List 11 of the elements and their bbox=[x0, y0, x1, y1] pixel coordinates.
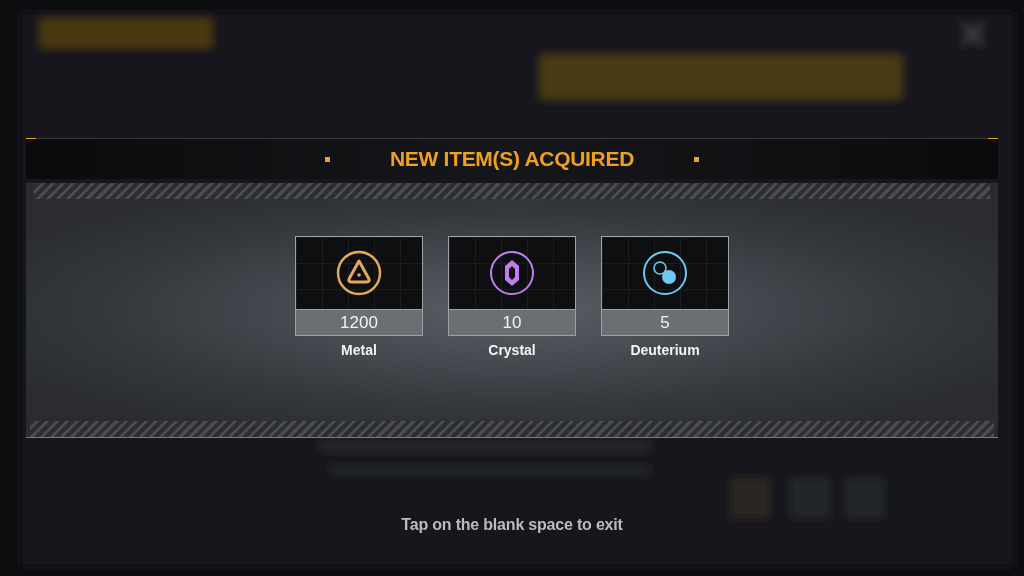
blurred-close-icon bbox=[961, 22, 985, 46]
dialog-title: NEW ITEM(S) ACQUIRED bbox=[389, 147, 634, 171]
item-name: Metal bbox=[341, 342, 377, 358]
marker-icon bbox=[324, 156, 330, 162]
item-name: Deuterium bbox=[630, 342, 700, 358]
item-amount: 5 bbox=[602, 309, 728, 335]
item-amount: 10 bbox=[449, 309, 575, 335]
item-name: Crystal bbox=[488, 342, 536, 358]
marker-icon bbox=[694, 156, 699, 162]
item-amount: 1200 bbox=[296, 309, 422, 335]
exit-hint: Tap on the blank space to exit bbox=[401, 516, 623, 534]
